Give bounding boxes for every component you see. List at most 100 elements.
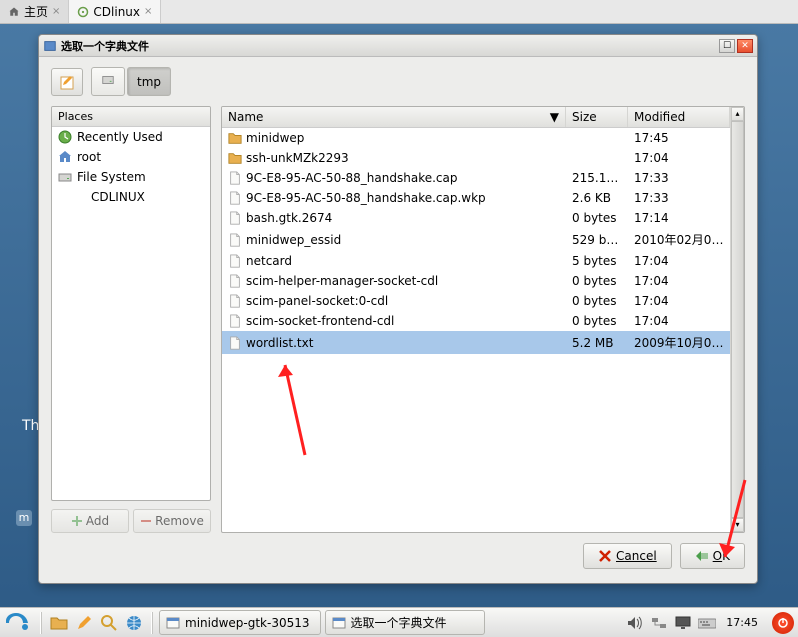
header-label: Name (228, 110, 263, 124)
folder-icon (50, 614, 68, 632)
file-modified-cell: 2010年02月02日 (628, 230, 730, 249)
file-size-cell (566, 137, 628, 139)
place-item[interactable]: File System (52, 167, 210, 187)
col-name-header[interactable]: Name ▼ (222, 107, 566, 127)
places-header: Places (52, 107, 210, 127)
titlebar[interactable]: 选取一个字典文件 ☐ ✕ (39, 35, 757, 57)
place-item[interactable]: Recently Used (52, 127, 210, 147)
scroll-down-button[interactable]: ▾ (731, 518, 744, 532)
plus-icon (71, 515, 83, 527)
scrollbar[interactable]: ▴ ▾ (730, 107, 744, 532)
dialog-footer: Cancel OK (39, 533, 757, 583)
browser-launcher[interactable] (123, 612, 145, 634)
file-size-cell (566, 157, 628, 159)
scroll-track[interactable] (731, 121, 744, 518)
path-tmp-button[interactable]: tmp (127, 67, 171, 96)
magnifier-icon (100, 614, 118, 632)
file-name-cell: scim-helper-manager-socket-cdl (222, 273, 566, 289)
file-size-cell: 529 bytes (566, 232, 628, 248)
file-row[interactable]: scim-socket-frontend-cdl0 bytes17:04 (222, 311, 730, 331)
file-row[interactable]: 9C-E8-95-AC-50-88_handshake.cap.wkp2.6 K… (222, 188, 730, 208)
scroll-up-button[interactable]: ▴ (731, 107, 744, 121)
maximize-button[interactable]: ☐ (719, 39, 735, 53)
file-name-cell: 9C-E8-95-AC-50-88_handshake.cap (222, 170, 566, 186)
disk-icon (101, 73, 115, 87)
file-row[interactable]: minidwep17:45 (222, 128, 730, 148)
close-button[interactable]: ✕ (737, 39, 753, 53)
start-button[interactable] (4, 611, 34, 635)
file-name-cell: scim-panel-socket:0-cdl (222, 293, 566, 309)
browser-tab[interactable]: CDlinux × (69, 0, 161, 23)
place-item[interactable]: CDLINUX (52, 187, 210, 207)
globe-icon (125, 614, 143, 632)
file-row[interactable]: scim-panel-socket:0-cdl0 bytes17:04 (222, 291, 730, 311)
dialog-main: Places Recently Usedroot File System CDLIN… (39, 106, 757, 533)
edit-name-button[interactable] (51, 68, 83, 96)
browser-tab[interactable]: 主页 × (0, 0, 69, 23)
file-modified-cell: 17:04 (628, 293, 730, 309)
path-root-button[interactable] (91, 67, 125, 96)
sidebar: Places Recently Usedroot File System CDLIN… (51, 106, 211, 533)
col-size-header[interactable]: Size (566, 107, 628, 127)
file-size-cell: 5.2 MB (566, 335, 628, 351)
close-icon[interactable]: × (52, 6, 60, 17)
file-row[interactable]: bash.gtk.26740 bytes17:14 (222, 208, 730, 228)
taskbar: minidwep-gtk-30513 选取一个字典文件 17:45 (0, 607, 798, 637)
button-label: Cancel (616, 549, 657, 563)
file-row[interactable]: netcard5 bytes17:04 (222, 251, 730, 271)
volume-icon[interactable] (626, 615, 644, 631)
file-modified-cell: 17:33 (628, 170, 730, 186)
header-label: Size (572, 110, 597, 124)
file-row[interactable]: minidwep_essid529 bytes2010年02月02日 (222, 228, 730, 251)
ok-button[interactable]: OK (680, 543, 745, 569)
add-button[interactable]: Add (51, 509, 129, 533)
file-name-cell: minidwep (222, 130, 566, 146)
pencil-launcher[interactable] (73, 612, 95, 634)
col-modified-header[interactable]: Modified (628, 107, 730, 127)
separator (151, 612, 153, 634)
file-row[interactable]: 9C-E8-95-AC-50-88_handshake.cap215.1 KB1… (222, 168, 730, 188)
file-name-cell: 9C-E8-95-AC-50-88_handshake.cap.wkp (222, 190, 566, 206)
scroll-thumb[interactable] (731, 121, 744, 518)
file-row[interactable]: ssh-unkMZk229317:04 (222, 148, 730, 168)
dialog-title: 选取一个字典文件 (61, 38, 719, 54)
cancel-icon (598, 549, 612, 563)
file-size-cell: 215.1 KB (566, 170, 628, 186)
power-button[interactable] (772, 612, 794, 634)
close-icon[interactable]: × (144, 6, 152, 17)
file-modified-cell: 17:04 (628, 150, 730, 166)
file-name-cell: minidwep_essid (222, 232, 566, 248)
file-row[interactable]: scim-helper-manager-socket-cdl0 bytes17:… (222, 271, 730, 291)
task-label: 选取一个字典文件 (351, 614, 447, 631)
network-icon[interactable] (650, 615, 668, 631)
taskbar-task[interactable]: minidwep-gtk-30513 (159, 610, 321, 635)
task-label: minidwep-gtk-30513 (185, 616, 310, 630)
display-icon[interactable] (674, 615, 692, 631)
sidebar-buttons: Add Remove (51, 509, 211, 533)
background-text: Th (22, 418, 39, 434)
file-size-cell: 5 bytes (566, 253, 628, 269)
pencil-icon (75, 614, 93, 632)
tab-label: CDlinux (93, 5, 140, 19)
zoom-launcher[interactable] (98, 612, 120, 634)
place-item[interactable]: root (52, 147, 210, 167)
file-list-wrap: Name ▼ Size Modified minidwep17:45ssh-un… (221, 106, 745, 533)
remove-button[interactable]: Remove (133, 509, 211, 533)
ok-icon (695, 549, 709, 563)
file-modified-cell: 17:33 (628, 190, 730, 206)
file-headers: Name ▼ Size Modified (222, 107, 730, 128)
file-modified-cell: 17:04 (628, 313, 730, 329)
taskbar-task[interactable]: 选取一个字典文件 (325, 610, 485, 635)
place-label: File System (77, 170, 146, 184)
minus-icon (140, 515, 152, 527)
browser-tabstrip: 主页 × CDlinux × (0, 0, 798, 24)
path-seg-label: tmp (137, 75, 161, 89)
keyboard-icon[interactable] (698, 615, 716, 631)
file-manager-launcher[interactable] (48, 612, 70, 634)
file-list[interactable]: Name ▼ Size Modified minidwep17:45ssh-un… (222, 107, 730, 532)
file-size-cell: 0 bytes (566, 273, 628, 289)
cancel-button[interactable]: Cancel (583, 543, 672, 569)
file-row[interactable]: wordlist.txt5.2 MB2009年10月09日 (222, 331, 730, 354)
place-label: CDLINUX (91, 190, 145, 204)
clock[interactable]: 17:45 (722, 616, 762, 629)
